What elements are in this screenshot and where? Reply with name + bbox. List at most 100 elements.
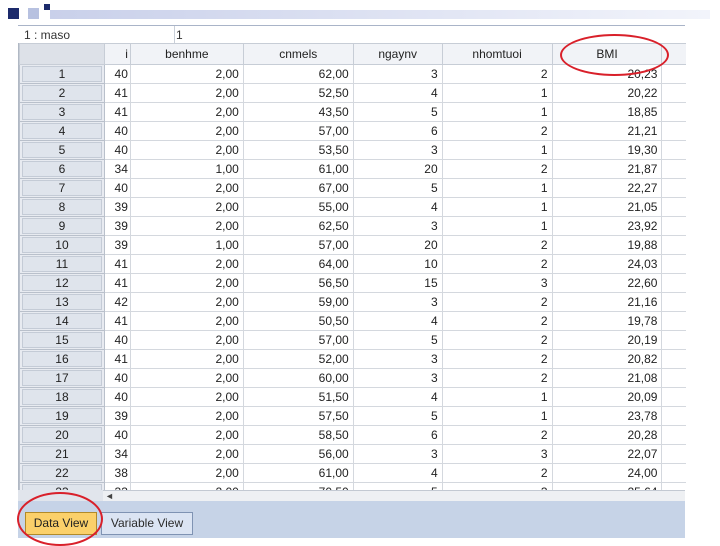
data-cell[interactable]: 39 (103, 235, 131, 255)
data-cell[interactable]: 34 (103, 444, 131, 464)
row-header[interactable]: 4 (19, 121, 105, 141)
row-header[interactable]: 11 (19, 254, 105, 274)
row-header[interactable]: 15 (19, 330, 105, 350)
data-cell[interactable]: 5 (352, 102, 443, 122)
data-cell[interactable]: 52,00 (242, 349, 354, 369)
empty-cell[interactable] (661, 349, 686, 369)
data-cell[interactable]: 2,00 (129, 254, 244, 274)
empty-cell[interactable] (661, 140, 686, 160)
data-cell[interactable]: 1 (441, 216, 553, 236)
empty-cell[interactable] (661, 406, 686, 426)
data-cell[interactable]: 22,27 (551, 178, 663, 198)
data-cell[interactable]: 2,00 (129, 64, 244, 84)
row-header[interactable]: 14 (19, 311, 105, 331)
data-cell[interactable]: 1 (441, 406, 553, 426)
row-header[interactable]: 19 (19, 406, 105, 426)
empty-cell[interactable] (661, 159, 686, 179)
data-cell[interactable]: 55,00 (242, 197, 354, 217)
row-header[interactable]: 3 (19, 102, 105, 122)
data-cell[interactable]: 1 (441, 387, 553, 407)
data-cell[interactable]: 2 (441, 64, 553, 84)
data-cell[interactable]: 40 (103, 330, 131, 350)
data-cell[interactable]: 15 (352, 273, 443, 293)
data-cell[interactable]: 2,00 (129, 216, 244, 236)
data-cell[interactable]: 20,28 (551, 425, 663, 445)
empty-column-header[interactable] (661, 43, 686, 65)
data-cell[interactable]: 2,00 (129, 121, 244, 141)
tab-variable-view[interactable]: Variable View (101, 512, 193, 535)
data-cell[interactable]: 2 (441, 425, 553, 445)
column-header[interactable]: ngaynv (352, 43, 443, 65)
data-cell[interactable]: 10 (352, 254, 443, 274)
data-cell[interactable]: 40 (103, 178, 131, 198)
data-cell[interactable]: 20,82 (551, 349, 663, 369)
data-cell[interactable]: 34 (103, 159, 131, 179)
data-cell[interactable]: 2 (441, 235, 553, 255)
data-cell[interactable]: 4 (352, 197, 443, 217)
data-cell[interactable]: 51,50 (242, 387, 354, 407)
data-cell[interactable]: 2,00 (129, 349, 244, 369)
data-cell[interactable]: 58,50 (242, 425, 354, 445)
data-cell[interactable]: 56,00 (242, 444, 354, 464)
row-header[interactable]: 13 (19, 292, 105, 312)
tab-data-view[interactable]: Data View (25, 512, 97, 535)
empty-cell[interactable] (661, 463, 686, 483)
row-header[interactable]: 6 (19, 159, 105, 179)
data-cell[interactable]: 5 (352, 178, 443, 198)
data-cell[interactable]: 2,00 (129, 273, 244, 293)
data-cell[interactable]: 1 (441, 197, 553, 217)
data-cell[interactable]: 20,09 (551, 387, 663, 407)
data-cell[interactable]: 3 (441, 444, 553, 464)
data-cell[interactable]: 2,00 (129, 102, 244, 122)
data-cell[interactable]: 2 (441, 292, 553, 312)
data-cell[interactable]: 2 (441, 121, 553, 141)
data-cell[interactable]: 40 (103, 140, 131, 160)
data-cell[interactable]: 2 (441, 463, 553, 483)
data-cell[interactable]: 64,00 (242, 254, 354, 274)
data-cell[interactable]: 2 (441, 311, 553, 331)
row-header[interactable]: 20 (19, 425, 105, 445)
data-cell[interactable]: 20,22 (551, 83, 663, 103)
data-cell[interactable]: 2,00 (129, 197, 244, 217)
data-cell[interactable]: 3 (352, 64, 443, 84)
data-cell[interactable]: 20 (352, 159, 443, 179)
data-cell[interactable]: 62,00 (242, 64, 354, 84)
data-cell[interactable]: 3 (352, 140, 443, 160)
empty-cell[interactable] (661, 235, 686, 255)
data-cell[interactable]: 1 (441, 140, 553, 160)
row-header[interactable]: 7 (19, 178, 105, 198)
empty-cell[interactable] (661, 273, 686, 293)
data-cell[interactable]: 57,00 (242, 121, 354, 141)
data-cell[interactable]: 4 (352, 387, 443, 407)
empty-cell[interactable] (661, 121, 686, 141)
data-cell[interactable]: 2,00 (129, 425, 244, 445)
empty-cell[interactable] (661, 425, 686, 445)
data-cell[interactable]: 52,50 (242, 83, 354, 103)
column-header[interactable]: nhomtuoi (441, 43, 553, 65)
data-cell[interactable]: 4 (352, 83, 443, 103)
row-header[interactable]: 18 (19, 387, 105, 407)
empty-cell[interactable] (661, 216, 686, 236)
empty-cell[interactable] (661, 254, 686, 274)
row-header[interactable]: 8 (19, 197, 105, 217)
empty-cell[interactable] (661, 197, 686, 217)
empty-cell[interactable] (661, 178, 686, 198)
data-cell[interactable]: 3 (352, 368, 443, 388)
data-cell[interactable]: 2 (441, 330, 553, 350)
data-cell[interactable]: 2,00 (129, 140, 244, 160)
data-cell[interactable]: 23,78 (551, 406, 663, 426)
empty-cell[interactable] (661, 102, 686, 122)
corner-cell[interactable] (19, 43, 105, 65)
data-cell[interactable]: 2,00 (129, 444, 244, 464)
data-cell[interactable]: 2,00 (129, 330, 244, 350)
data-cell[interactable]: 20,23 (551, 64, 663, 84)
data-cell[interactable]: 57,00 (242, 330, 354, 350)
column-header[interactable]: cnmels (242, 43, 354, 65)
row-header[interactable]: 17 (19, 368, 105, 388)
data-cell[interactable]: 24,00 (551, 463, 663, 483)
row-header[interactable]: 12 (19, 273, 105, 293)
data-cell[interactable]: 62,50 (242, 216, 354, 236)
empty-cell[interactable] (661, 387, 686, 407)
column-header[interactable]: BMI (551, 43, 663, 65)
data-cell[interactable]: 1 (441, 83, 553, 103)
